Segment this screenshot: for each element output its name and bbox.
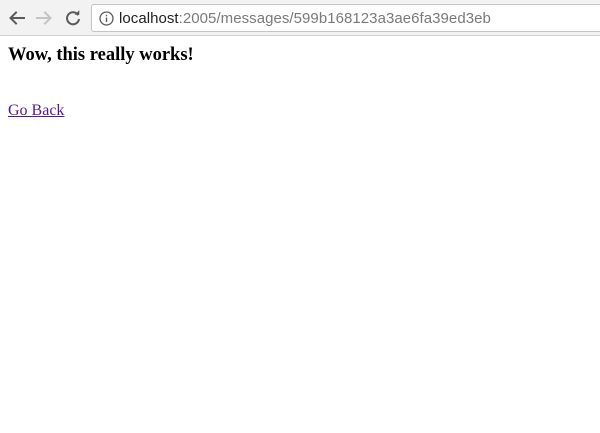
url-text[interactable]: localhost:2005/messages/599b168123a3ae6f…: [119, 10, 491, 27]
forward-button[interactable]: [32, 6, 56, 30]
go-back-link[interactable]: Go Back: [8, 101, 64, 121]
message-heading: Wow, this really works!: [8, 45, 194, 65]
back-button[interactable]: [5, 6, 29, 30]
url-path: :2005/messages/599b168123a3ae6fa39ed3eb: [178, 10, 491, 27]
info-icon[interactable]: [99, 11, 114, 26]
browser-toolbar: localhost:2005/messages/599b168123a3ae6f…: [0, 0, 600, 36]
address-bar[interactable]: localhost:2005/messages/599b168123a3ae6f…: [91, 4, 600, 32]
page-content: Wow, this really works! Go Back: [0, 37, 600, 433]
reload-button[interactable]: [61, 6, 85, 30]
reload-icon: [66, 10, 80, 26]
arrow-right-icon: [36, 11, 52, 25]
arrow-left-icon: [9, 11, 25, 25]
url-host: localhost: [119, 10, 179, 27]
